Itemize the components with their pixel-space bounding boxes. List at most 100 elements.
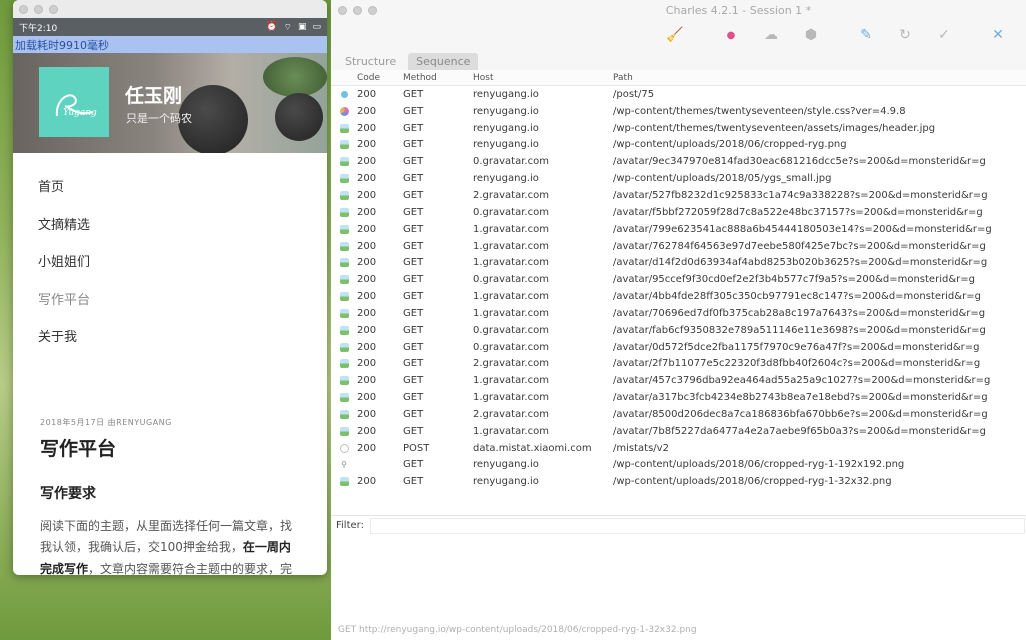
image-icon	[339, 342, 349, 352]
table-row[interactable]: 200 GET renyugang.io/wp-content/themes/twe…	[331, 103, 1026, 120]
image-icon	[339, 308, 349, 318]
nav-item-girls[interactable]: 小姐姐们	[13, 244, 327, 282]
row-host: renyugang.io	[473, 122, 539, 134]
image-icon	[339, 258, 349, 268]
row-icon-cell	[331, 325, 357, 335]
row-host: 0.gravatar.com	[473, 324, 549, 336]
row-path: /wp-content/uploads/2018/05/ygs_small.jp…	[613, 173, 832, 185]
table-row[interactable]: 200 GET 0.gravatar.com/avatar/f5bbf272059f…	[331, 204, 1026, 221]
row-icon-cell	[331, 443, 357, 453]
box-icon: ▣	[297, 21, 307, 32]
table-row[interactable]: 200 GET 0.gravatar.com/avatar/95ccef9f30cd…	[331, 271, 1026, 288]
image-icon	[339, 292, 349, 302]
row-code: 200	[357, 476, 377, 488]
tab-structure[interactable]: Structure	[337, 53, 404, 70]
window-title: Charles 4.2.1 - Session 1 *	[665, 4, 812, 17]
row-code: 200	[357, 425, 377, 437]
row-icon-cell	[331, 275, 357, 285]
row-method: GET	[403, 274, 424, 286]
row-path: /wp-content/uploads/2018/06/cropped-ryg.…	[613, 139, 847, 151]
row-method: GET	[403, 476, 424, 488]
row-code: 200	[357, 156, 377, 168]
row-code: 200	[357, 206, 377, 218]
table-row[interactable]: 200 GET renyugang.io/wp-content/themes/twe…	[331, 120, 1026, 137]
table-row[interactable]: 200 GET renyugang.io/wp-content/uploads/20…	[331, 137, 1026, 154]
table-row[interactable]: 200 GET 1.gravatar.com/avatar/457c3796dba9…	[331, 372, 1026, 389]
table-row[interactable]: 200 GET 1.gravatar.com/avatar/a317bc3fcb42…	[331, 389, 1026, 406]
charles-titlebar[interactable]: Charles 4.2.1 - Session 1 *	[331, 0, 1026, 20]
table-row[interactable]: 200 GET 1.gravatar.com/avatar/d14f2d0d6393…	[331, 254, 1026, 271]
nav-item-home[interactable]: 首页	[13, 169, 327, 207]
image-icon	[339, 140, 349, 150]
table-row[interactable]: 200 GET 1.gravatar.com/avatar/799e623541ac…	[331, 221, 1026, 238]
image-icon	[339, 393, 349, 403]
table-row[interactable]: 200 GET renyugang.io/wp-content/uploads/20…	[331, 170, 1026, 187]
image-icon	[339, 123, 349, 133]
table-row[interactable]: ⚲ GET renyugang.io/wp-content/uploads/2018…	[331, 457, 1026, 474]
compose-icon[interactable]: ✎	[856, 25, 876, 45]
table-row[interactable]: 200 GET 2.gravatar.com/avatar/527fb8232d1c…	[331, 187, 1026, 204]
image-icon	[339, 477, 349, 487]
row-icon-cell	[331, 376, 357, 386]
header-code[interactable]: Code	[357, 73, 403, 83]
repeat-icon[interactable]: ↻	[895, 25, 915, 45]
row-path: /avatar/d14f2d0d63934af4abd8253b020b3625…	[613, 257, 988, 269]
row-path: /post/75	[613, 88, 655, 100]
row-host: data.mistat.xiaomi.com	[473, 442, 592, 454]
header-host[interactable]: Host	[473, 73, 613, 83]
record-icon[interactable]: ●	[721, 25, 741, 45]
table-row[interactable]: 200 GET 1.gravatar.com/avatar/70696ed7df0f…	[331, 305, 1026, 322]
table-row[interactable]: 200 GET 1.gravatar.com/avatar/762784f64563…	[331, 238, 1026, 255]
row-icon-cell	[331, 258, 357, 268]
row-path: /avatar/a317bc3fcb4234e8b2743b8ea7e18ebd…	[613, 392, 988, 404]
header-method[interactable]: Method	[403, 73, 473, 83]
image-icon	[339, 409, 349, 419]
table-row[interactable]: 200 GET 2.gravatar.com/avatar/2f7b11077e5c…	[331, 356, 1026, 373]
table-row[interactable]: 200 GET 1.gravatar.com/avatar/7b8f5227da64…	[331, 423, 1026, 440]
row-code: 200	[357, 189, 377, 201]
row-method: GET	[403, 189, 424, 201]
table-row[interactable]: 200 GET 0.gravatar.com/avatar/0d572f5dce2f…	[331, 339, 1026, 356]
view-tabs: Structure Sequence	[331, 50, 1026, 70]
post-section-heading: 写作要求	[40, 485, 96, 502]
image-icon	[339, 359, 349, 369]
row-path: /avatar/2f7b11077e5c22320f3d8fbb40f2604c…	[613, 358, 981, 370]
nav-item-digest[interactable]: 文摘精选	[13, 207, 327, 245]
header-path[interactable]: Path	[613, 73, 1026, 83]
nav-item-writing-platform[interactable]: 写作平台	[13, 282, 327, 320]
row-code: 200	[357, 88, 377, 100]
request-list: 200 GET renyugang.io/post/75 200 GET renyugan…	[331, 86, 1026, 490]
row-code: 200	[357, 105, 377, 117]
table-row[interactable]: 200 GET 2.gravatar.com/avatar/8500d206dec8…	[331, 406, 1026, 423]
throttle-icon[interactable]: ☁	[761, 25, 781, 45]
row-icon-cell	[331, 157, 357, 167]
minimize-window-button[interactable]	[34, 4, 43, 14]
tools-icon[interactable]: ✕	[988, 25, 1008, 45]
zoom-window-button[interactable]	[49, 4, 58, 14]
table-row[interactable]: 200 GET renyugang.io/wp-content/uploads/20…	[331, 473, 1026, 490]
nav-item-about[interactable]: 关于我	[13, 319, 327, 357]
phone-window-titlebar[interactable]	[13, 0, 327, 18]
site-logo[interactable]: Yugang	[39, 67, 109, 137]
site-title[interactable]: 任玉刚	[125, 81, 182, 108]
row-code: 200	[357, 139, 377, 151]
table-row[interactable]: 200 GET renyugang.io/post/75	[331, 86, 1026, 103]
row-method: GET	[403, 105, 424, 117]
validate-icon[interactable]: ✓	[934, 25, 954, 45]
close-window-button[interactable]	[19, 4, 28, 14]
tab-sequence[interactable]: Sequence	[408, 53, 479, 70]
row-host: 2.gravatar.com	[473, 358, 549, 370]
table-row[interactable]: 200 POST data.mistat.xiaomi.com/mistats/v2	[331, 440, 1026, 457]
filter-input[interactable]	[369, 517, 1025, 534]
row-host: renyugang.io	[473, 88, 539, 100]
broom-icon[interactable]: 🧹	[665, 25, 685, 45]
filter-label: Filter:	[336, 520, 364, 531]
table-row[interactable]: 200 GET 1.gravatar.com/avatar/4bb4fde28ff3…	[331, 288, 1026, 305]
row-path: /avatar/457c3796dba92ea464ad55a25a9c1027…	[613, 375, 991, 387]
row-code: 200	[357, 392, 377, 404]
row-code: 200	[357, 341, 377, 353]
image-icon	[339, 174, 349, 184]
table-row[interactable]: 200 GET 0.gravatar.com/avatar/9ec347970e81…	[331, 153, 1026, 170]
breakpoint-icon[interactable]: ⬢	[801, 25, 821, 45]
table-row[interactable]: 200 GET 0.gravatar.com/avatar/fab6cf935083…	[331, 322, 1026, 339]
